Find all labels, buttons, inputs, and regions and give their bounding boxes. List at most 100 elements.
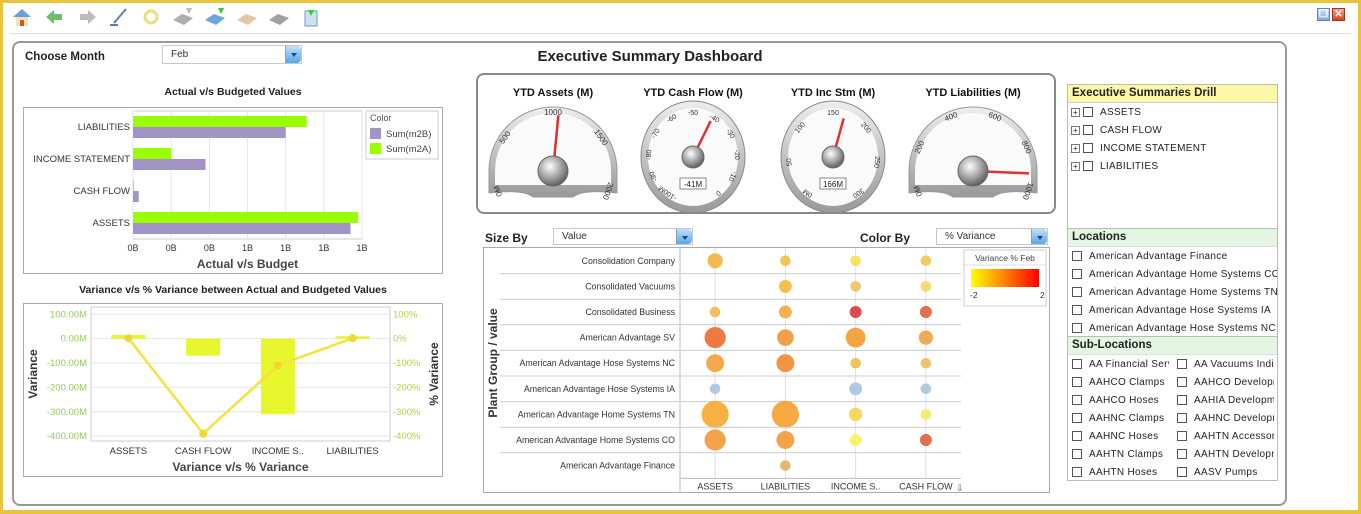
checkbox[interactable] [1072, 269, 1082, 279]
refresh-icon[interactable] [138, 6, 164, 28]
expand-icon[interactable]: + [1071, 143, 1080, 153]
location-item[interactable]: American Advantage Home Systems CO [1072, 265, 1277, 283]
print-icon[interactable] [266, 6, 292, 28]
checkbox[interactable] [1083, 107, 1093, 117]
bubble [706, 354, 725, 373]
size-by-select[interactable]: Value [553, 228, 693, 245]
expand-icon[interactable]: + [1071, 107, 1080, 117]
x-tick-label: 1B [318, 243, 329, 253]
bubble [771, 400, 799, 428]
gauge-title: YTD Inc Stm (M) [791, 87, 876, 99]
location-label: American Advantage Finance [1089, 250, 1228, 262]
sublocation-item[interactable]: AAHNC Clamps [1072, 409, 1177, 427]
chevron-down-icon[interactable] [285, 46, 301, 63]
chevron-down-icon[interactable] [676, 229, 692, 244]
checkbox[interactable] [1072, 377, 1082, 387]
checkbox[interactable] [1072, 251, 1082, 261]
checkbox[interactable] [1083, 161, 1093, 171]
gauge-tick-label: -20 [733, 149, 741, 160]
color-by-select[interactable]: % Variance [936, 228, 1048, 245]
bubble [920, 357, 932, 369]
gauge-tick-label: 250 [872, 156, 880, 169]
checkbox[interactable] [1072, 467, 1082, 477]
drill-item[interactable]: + INCOME STATEMENT [1068, 139, 1277, 157]
checkbox[interactable] [1083, 125, 1093, 135]
sublocation-item[interactable]: AAHNC Hoses [1072, 427, 1177, 445]
y2-tick-label: -200% [393, 382, 421, 393]
x-tick-label: 0B [127, 243, 138, 253]
color-by-value: % Variance [945, 231, 996, 242]
location-item[interactable]: American Advantage Home Systems TN [1072, 283, 1277, 301]
restore-button[interactable]: ❐ [1317, 8, 1330, 21]
sublocation-item[interactable]: AAHNC Development [1177, 409, 1282, 427]
sublocation-item[interactable]: AAHCO Clamps [1072, 373, 1177, 391]
checkbox[interactable] [1072, 359, 1082, 369]
x-tick-label: 1B [280, 243, 291, 253]
checkbox[interactable] [1083, 143, 1093, 153]
month-select[interactable]: Feb [162, 45, 302, 64]
back-arrow-icon[interactable] [42, 6, 68, 28]
scroll-down-icon[interactable]: ⇩ [956, 483, 964, 493]
export-icon[interactable] [298, 6, 324, 28]
drill-item[interactable]: + LIABILITIES [1068, 157, 1277, 175]
size-by-value: Value [562, 231, 587, 242]
expand-icon[interactable]: + [1071, 161, 1080, 171]
sublocation-item[interactable]: AAHTN Clamps [1072, 445, 1177, 463]
bubble [709, 383, 721, 395]
chevron-down-icon[interactable] [1031, 229, 1047, 244]
sublocation-item[interactable]: AAHTN Development [1177, 445, 1282, 463]
x-tick-label: LIABILITIES [326, 446, 378, 457]
add-drive-icon[interactable] [170, 6, 196, 28]
sublocation-item[interactable]: AAHCO Development [1177, 373, 1282, 391]
home-icon[interactable] [10, 6, 36, 28]
download-drive-icon[interactable] [202, 6, 228, 28]
location-item[interactable]: American Advantage Hose Systems NC [1072, 319, 1277, 337]
checkbox[interactable] [1177, 377, 1187, 387]
sublocation-item[interactable]: AAHTN Hoses [1072, 463, 1177, 481]
gauge-title: YTD Liabilities (M) [925, 87, 1021, 99]
checkbox[interactable] [1072, 413, 1082, 423]
sublocation-item[interactable]: AA Financial Services [1072, 355, 1177, 373]
bubble [778, 305, 792, 319]
drill-item[interactable]: + ASSETS [1068, 103, 1277, 121]
chart-title: Actual v/s Budgeted Values [164, 86, 302, 98]
checkbox[interactable] [1177, 413, 1187, 423]
location-item[interactable]: American Advantage Finance [1072, 247, 1277, 265]
bubble [919, 434, 932, 446]
y2-axis-title: % Variance [427, 342, 441, 406]
location-item[interactable]: American Advantage Hose Systems IA [1072, 301, 1277, 319]
expand-icon[interactable]: + [1071, 125, 1080, 135]
drill-item[interactable]: + CASH FLOW [1068, 121, 1277, 139]
sublocation-item[interactable]: AA Vacuums India [1177, 355, 1282, 373]
y-tick-label: -400.00M [47, 431, 87, 442]
close-button[interactable]: ✕ [1332, 8, 1345, 21]
drill-header: Executive Summaries Drill [1068, 85, 1277, 103]
checkbox[interactable] [1177, 431, 1187, 441]
x-tick-label: INCOME S.. [252, 446, 304, 457]
checkbox[interactable] [1072, 395, 1082, 405]
checkbox[interactable] [1072, 287, 1082, 297]
checkbox[interactable] [1177, 467, 1187, 477]
gauge-knob [537, 155, 569, 187]
y-tick-label: CASH FLOW [74, 186, 131, 197]
edit-pen-icon[interactable] [106, 6, 132, 28]
checkbox[interactable] [1177, 359, 1187, 369]
bubble [701, 400, 729, 428]
checkbox[interactable] [1072, 449, 1082, 459]
y-tick-label: Consolidation Company [582, 256, 676, 266]
window-controls: ❐ ✕ [1317, 8, 1345, 21]
sublocation-item[interactable]: AASV Pumps [1177, 463, 1282, 481]
checkbox[interactable] [1177, 395, 1187, 405]
sublocation-item[interactable]: AAHCO Hoses [1072, 391, 1177, 409]
checkbox[interactable] [1072, 431, 1082, 441]
x-tick-label: ASSETS [697, 481, 733, 491]
checkbox[interactable] [1177, 449, 1187, 459]
gauge-readout: -41M [684, 180, 703, 189]
gauge-tick-label: 1000 [544, 108, 562, 117]
checkbox[interactable] [1072, 323, 1082, 333]
sublocation-item[interactable]: AAHTN Accessories [1177, 427, 1282, 445]
email-icon[interactable] [234, 6, 260, 28]
forward-arrow-icon[interactable] [74, 6, 100, 28]
checkbox[interactable] [1072, 305, 1082, 315]
sublocation-item[interactable]: AAHIA Development [1177, 391, 1282, 409]
